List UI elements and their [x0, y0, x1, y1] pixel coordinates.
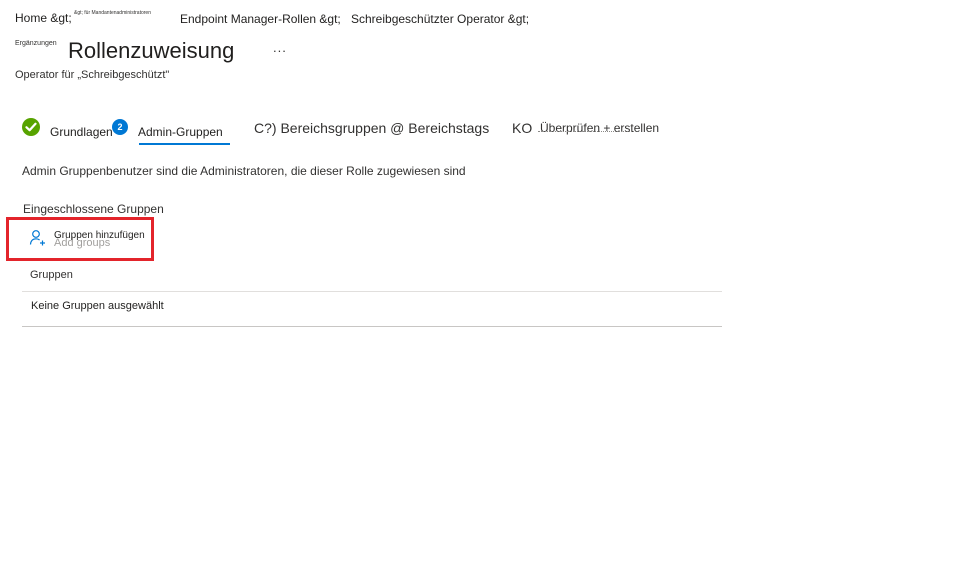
table-header-divider	[22, 291, 722, 292]
breadcrumb-supplements[interactable]: Ergänzungen	[15, 40, 57, 47]
page-subtitle: Operator für „Schreibgeschützt"	[15, 69, 170, 81]
table-bottom-divider	[22, 326, 722, 327]
breadcrumb-endpoint-roles[interactable]: Endpoint Manager-Rollen &gt;	[180, 12, 341, 26]
add-person-icon[interactable]	[29, 229, 47, 247]
breadcrumb-readonly-operator[interactable]: Schreibgeschützter Operator &gt;	[351, 12, 529, 26]
tab-basics[interactable]: Grundlagen	[50, 125, 113, 139]
page-title: Rollenzuweisung	[68, 38, 235, 63]
groups-column-header: Gruppen	[30, 269, 73, 281]
active-tab-indicator	[139, 143, 230, 145]
more-options-button[interactable]: ...	[273, 40, 287, 55]
tab-review-dotted-underline	[538, 131, 634, 132]
add-groups-button[interactable]: Gruppen hinzufügen	[54, 230, 145, 241]
tab-review-create[interactable]: Überprüfen + erstellen	[540, 121, 659, 135]
step-review-prefix: KO	[512, 120, 533, 136]
no-groups-selected-text: Keine Gruppen ausgewählt	[31, 300, 164, 312]
breadcrumb-home[interactable]: Home &gt;	[15, 11, 72, 25]
tab-admin-groups[interactable]: Admin-Gruppen	[138, 125, 223, 139]
tab-scope-groups[interactable]: C?) Bereichsgruppen @ Bereichstags	[254, 120, 489, 136]
checkmark-circle-icon	[22, 118, 40, 136]
step-number-badge: 2	[112, 119, 128, 135]
admin-groups-description: Admin Gruppenbenutzer sind die Administr…	[22, 164, 466, 178]
breadcrumb-tenant-admin[interactable]: &gt; für Mandantenadministratoren	[74, 10, 151, 16]
included-groups-label: Eingeschlossene Gruppen	[23, 202, 164, 216]
role-assignment-page: Home &gt; &gt; für Mandantenadministrato…	[0, 0, 960, 567]
